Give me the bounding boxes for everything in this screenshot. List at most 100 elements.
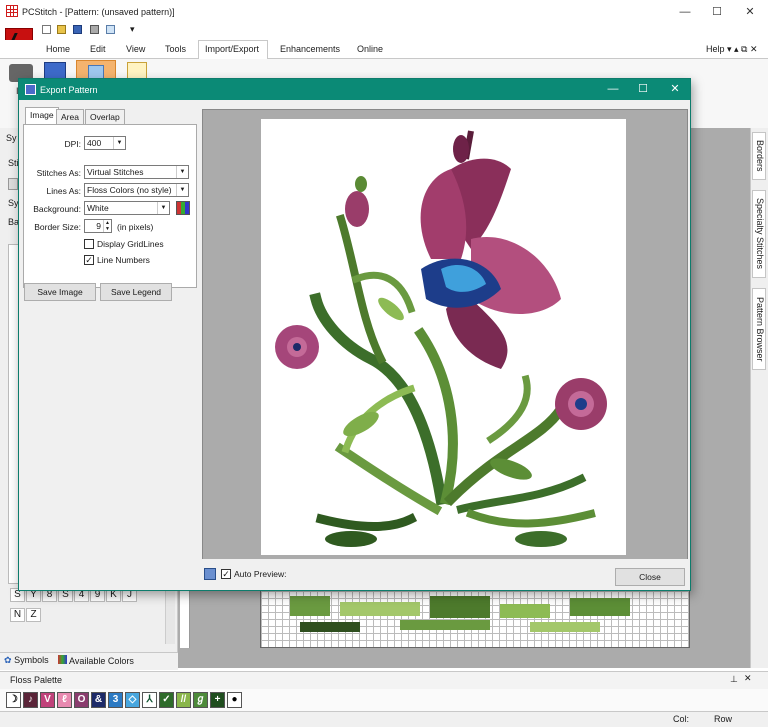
dialog-icon — [25, 84, 36, 95]
dialog-title-bar — [19, 79, 690, 100]
border-size-stepper[interactable]: 9 ▲ ▼ — [84, 219, 112, 233]
chevron-down-icon: ▼ — [176, 166, 188, 178]
background-label: Background: — [33, 204, 81, 214]
flower-pattern-preview — [275, 130, 607, 547]
dock-tab-pattern-browser[interactable]: Pattern Browser — [752, 288, 766, 370]
dock-tab-specialty-label: Specialty Stitches — [755, 198, 765, 270]
floss-swatch[interactable]: ℓ — [57, 692, 72, 708]
lines-as-value: Floss Colors (no style) — [87, 185, 172, 195]
status-row: Row — [714, 714, 733, 724]
preview-image — [261, 119, 626, 555]
tab-enhancements[interactable]: Enhancements — [280, 44, 340, 54]
border-unit-label: (in pixels) — [117, 222, 154, 232]
floss-close-icon[interactable]: ✕ — [744, 673, 752, 684]
dock-tab-borders[interactable]: Borders — [752, 132, 766, 180]
chevron-down-icon: ▼ — [113, 137, 125, 149]
tab-available-colors-label: Available Colors — [69, 656, 134, 666]
dock-tab-specialty-stitches[interactable]: Specialty Stitches — [752, 190, 766, 278]
lines-as-select[interactable]: Floss Colors (no style) ▼ — [84, 183, 189, 197]
tab-symbols-label: Symbols — [14, 655, 49, 665]
dlg-tab-overlap[interactable]: Overlap — [85, 109, 125, 124]
stitches-as-label: Stitches As: — [36, 168, 81, 178]
floss-swatch[interactable]: ✓ — [159, 692, 174, 708]
tab-online[interactable]: Online — [357, 44, 383, 54]
floss-swatch[interactable]: O — [74, 692, 89, 708]
close-button[interactable]: Close — [615, 568, 685, 586]
dpi-value: 400 — [87, 138, 102, 148]
status-col: Col: — [673, 714, 690, 724]
close-window-button[interactable]: ✕ — [735, 4, 765, 20]
floss-swatch[interactable]: 3 — [108, 692, 123, 708]
save-legend-button[interactable]: Save Legend — [100, 283, 172, 301]
ribbon-tab-bar — [0, 40, 768, 59]
floss-swatch[interactable]: V — [40, 692, 55, 708]
image-export-icon — [88, 65, 104, 79]
app-icon — [6, 5, 18, 17]
dpi-label: DPI: — [64, 139, 81, 149]
maximize-button[interactable]: ☐ — [702, 4, 732, 20]
dialog-minimize-button[interactable]: — — [599, 82, 627, 97]
floss-swatch[interactable]: & — [91, 692, 106, 708]
tab-view[interactable]: View — [126, 44, 145, 54]
dialog-maximize-button[interactable]: ☐ — [629, 82, 657, 97]
floss-palette-title: Floss Palette — [10, 675, 63, 685]
border-size-value: 9 — [96, 221, 101, 231]
dock-tab-browser-label: Pattern Browser — [755, 296, 765, 362]
display-gridlines-label: Display GridLines — [97, 239, 164, 249]
auto-preview-checkbox[interactable]: ✓ — [221, 569, 231, 579]
tab-home[interactable]: Home — [46, 44, 70, 54]
floss-swatch[interactable]: ♪ — [23, 692, 38, 708]
background-value: White — [87, 203, 109, 213]
window-title: PCStitch - [Pattern: (unsaved pattern)] — [22, 7, 175, 17]
floss-swatch[interactable]: + — [210, 692, 225, 708]
floss-swatch[interactable]: ⅄ — [142, 692, 157, 708]
dialog-title: Export Pattern — [40, 85, 98, 95]
dock-tab-borders-label: Borders — [755, 140, 765, 172]
refresh-preview-icon[interactable] — [204, 568, 216, 580]
new-file-icon[interactable] — [42, 25, 51, 34]
tab-symbols[interactable]: ✿ Symbols — [4, 655, 49, 666]
background-select[interactable]: White ▼ — [84, 201, 170, 215]
print-icon[interactable] — [90, 25, 99, 34]
color-picker-icon[interactable] — [176, 201, 190, 215]
chevron-down-icon: ▼ — [157, 202, 169, 214]
symbol-cell[interactable]: N — [10, 608, 25, 622]
dlg-tab-image[interactable]: Image — [25, 107, 59, 125]
minimize-button[interactable]: — — [670, 4, 700, 20]
tab-import-export[interactable]: Import/Export — [205, 44, 259, 54]
chevron-down-icon: ▼ — [176, 184, 188, 196]
dpi-select[interactable]: 400 ▼ — [84, 136, 126, 150]
floss-swatch[interactable]: ◇ — [125, 692, 140, 708]
symbol-cell[interactable]: Z — [26, 608, 41, 622]
auto-preview-label: Auto Preview: — [234, 569, 287, 579]
tab-available-colors[interactable]: Available Colors — [58, 655, 134, 666]
pin-icon[interactable]: ⊥ — [730, 674, 738, 685]
dialog-close-icon[interactable]: ✕ — [661, 82, 689, 97]
help-menu[interactable]: Help ▾ ▴ ⧉ ✕ — [706, 44, 758, 55]
floss-swatch[interactable]: ☽ — [6, 692, 21, 708]
undo-icon[interactable] — [106, 25, 115, 34]
stitches-as-value: Virtual Stitches — [87, 167, 144, 177]
symbol-grid: S Y 8 S 4 9 K J N Z — [10, 588, 175, 622]
dlg-tab-area[interactable]: Area — [56, 109, 84, 124]
save-image-button[interactable]: Save Image — [24, 283, 96, 301]
spin-arrows-icon[interactable]: ▲ ▼ — [103, 220, 111, 232]
qat-dropdown-icon[interactable]: ▾ — [130, 24, 135, 35]
pattern-preview-strip — [290, 596, 630, 632]
open-folder-icon[interactable] — [57, 25, 66, 34]
tab-edit[interactable]: Edit — [90, 44, 106, 54]
stitches-as-select[interactable]: Virtual Stitches ▼ — [84, 165, 189, 179]
display-gridlines-checkbox[interactable] — [84, 239, 94, 249]
tab-tools[interactable]: Tools — [165, 44, 186, 54]
floss-swatch[interactable]: // — [176, 692, 191, 708]
export-pattern-dialog: Export Pattern — ☐ ✕ Image Area Overlap … — [18, 78, 691, 591]
floss-palette-header — [0, 671, 768, 689]
line-numbers-label: Line Numbers — [97, 255, 150, 265]
lines-as-label: Lines As: — [46, 186, 82, 196]
save-icon[interactable] — [73, 25, 82, 34]
colors-icon — [58, 655, 67, 664]
floss-swatch[interactable]: ● — [227, 692, 242, 708]
border-size-label: Border Size: — [34, 222, 81, 232]
line-numbers-checkbox[interactable]: ✓ — [84, 255, 94, 265]
floss-swatch[interactable]: ℊ — [193, 692, 208, 708]
